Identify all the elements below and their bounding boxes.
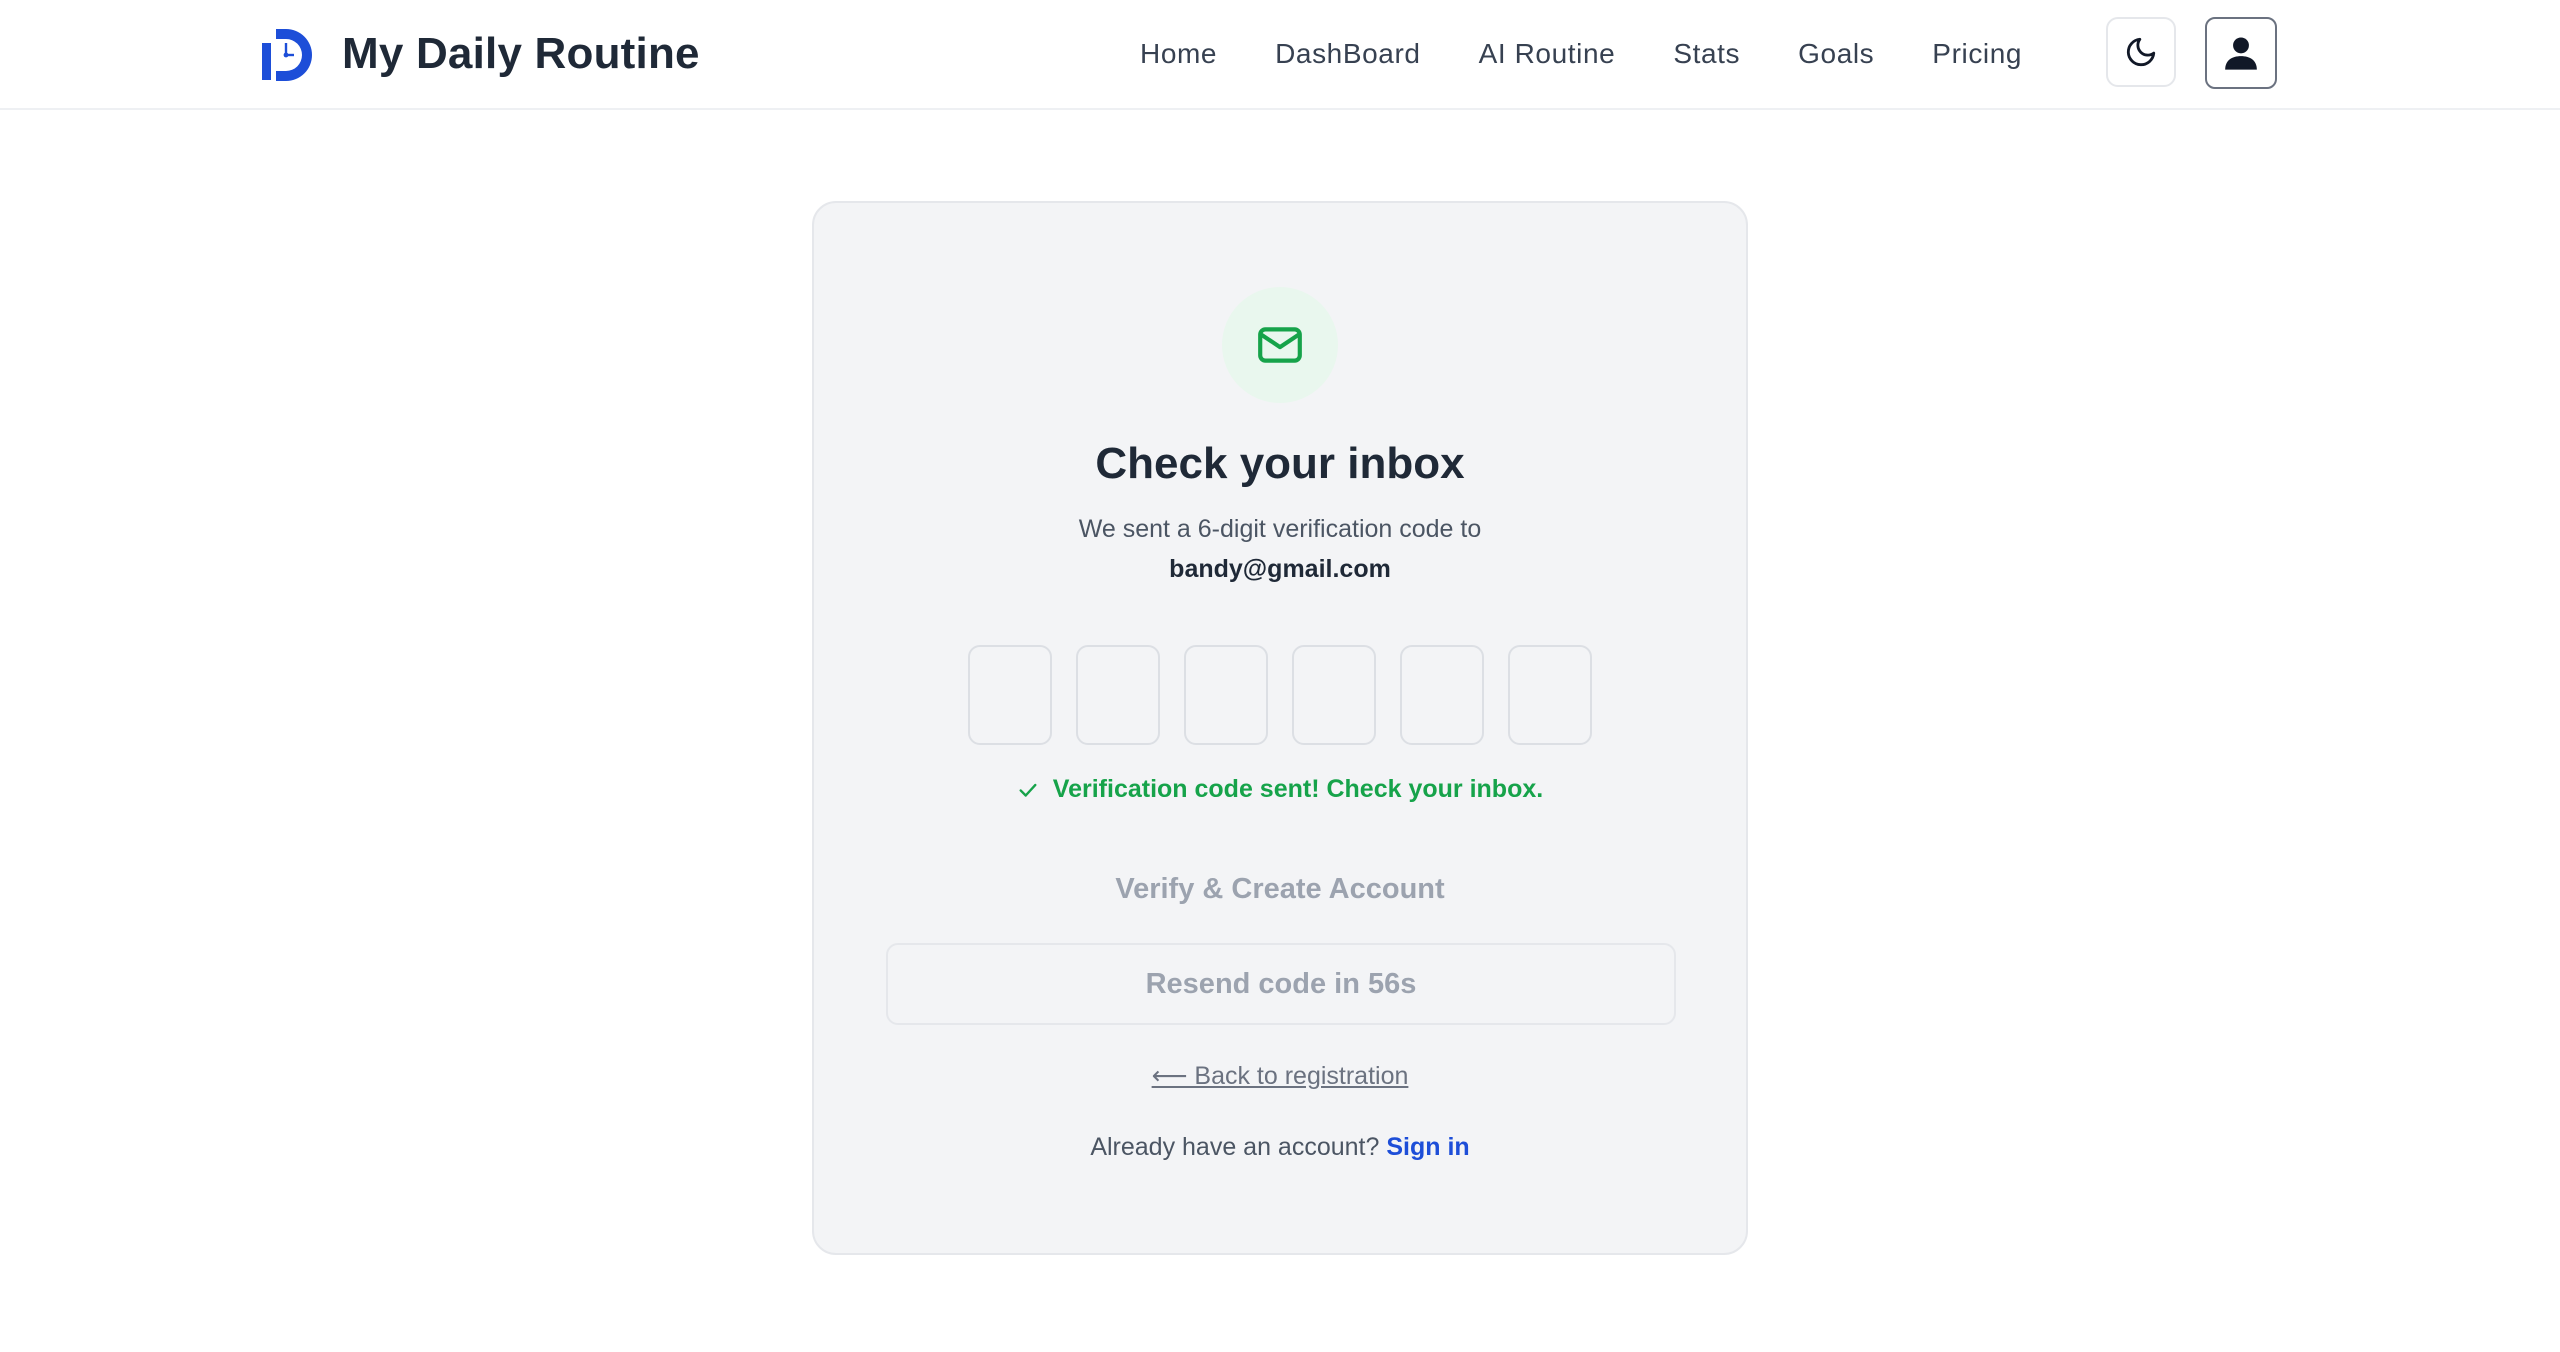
mail-icon-badge — [1222, 287, 1338, 403]
clock-d-logo-icon — [262, 29, 312, 81]
page-title: Check your inbox — [1095, 439, 1465, 488]
nav-item-ai-routine[interactable]: AI Routine — [1479, 38, 1616, 70]
moon-icon — [2126, 37, 2156, 67]
verify-create-account-button[interactable]: Verify & Create Account — [886, 853, 1674, 925]
signin-prompt: Already have an account? — [1090, 1133, 1380, 1161]
code-digit-5[interactable] — [1400, 645, 1484, 745]
brand[interactable]: My Daily Routine — [260, 24, 700, 84]
back-to-registration-link[interactable]: ⟵ Back to registration — [1152, 1062, 1409, 1090]
code-digit-4[interactable] — [1292, 645, 1376, 745]
top-navbar: My Daily Routine Home DashBoard AI Routi… — [0, 0, 2560, 110]
theme-toggle-button[interactable] — [2106, 17, 2176, 87]
code-digit-2[interactable] — [1076, 645, 1160, 745]
verification-card: Check your inbox We sent a 6-digit verif… — [812, 201, 1748, 1255]
nav-item-stats[interactable]: Stats — [1673, 38, 1740, 70]
user-icon — [2225, 37, 2257, 70]
main-nav: Home DashBoard AI Routine Stats Goals Pr… — [1140, 30, 2022, 78]
nav-item-pricing[interactable]: Pricing — [1932, 38, 2022, 70]
code-digit-3[interactable] — [1184, 645, 1268, 745]
signin-link[interactable]: Sign in — [1386, 1133, 1469, 1161]
nav-item-dashboard[interactable]: DashBoard — [1275, 38, 1420, 70]
nav-item-goals[interactable]: Goals — [1798, 38, 1874, 70]
recipient-email: bandy@gmail.com — [1169, 555, 1391, 583]
check-icon — [1017, 779, 1039, 801]
account-button[interactable] — [2205, 17, 2277, 89]
brand-name: My Daily Routine — [342, 29, 700, 78]
status-message: Verification code sent! Check your inbox… — [814, 775, 1746, 804]
back-to-registration-row: ⟵ Back to registration — [814, 1061, 1746, 1091]
status-message-text: Verification code sent! Check your inbox… — [1052, 775, 1544, 803]
code-digit-1[interactable] — [968, 645, 1052, 745]
code-digit-6[interactable] — [1508, 645, 1592, 745]
mail-icon — [1258, 327, 1302, 363]
resend-code-button[interactable]: Resend code in 56s — [886, 943, 1676, 1025]
nav-item-home[interactable]: Home — [1140, 38, 1217, 70]
code-input-group — [968, 645, 1592, 745]
verification-subtitle: We sent a 6-digit verification code to — [1078, 515, 1482, 543]
signin-row: Already have an account? Sign in — [814, 1133, 1746, 1162]
